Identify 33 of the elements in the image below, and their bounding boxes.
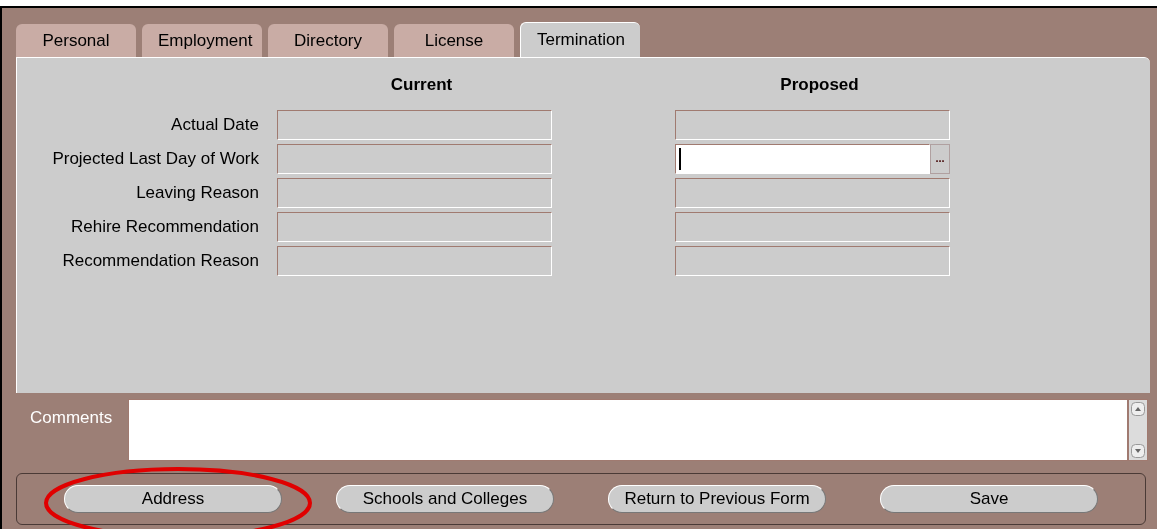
comments-field[interactable] xyxy=(128,399,1128,461)
field-label: Rehire Recommendation xyxy=(69,215,259,238)
action-button[interactable]: Address xyxy=(64,485,282,513)
proposed-field[interactable] xyxy=(675,211,950,242)
tab[interactable]: Employment xyxy=(142,24,262,57)
current-field[interactable] xyxy=(277,143,552,174)
field-label: Recommendation Reason xyxy=(61,249,259,272)
field-label: Projected Last Day of Work xyxy=(51,147,259,170)
text-cursor xyxy=(679,147,681,170)
scroll-down-icon[interactable] xyxy=(1131,444,1145,458)
scrollbar[interactable] xyxy=(1128,399,1148,461)
tab[interactable]: Termination xyxy=(520,22,640,57)
field-label: Actual Date xyxy=(170,113,259,136)
proposed-field[interactable] xyxy=(675,109,950,140)
scroll-up-icon[interactable] xyxy=(1131,402,1145,416)
date-field[interactable] xyxy=(675,143,930,174)
action-button[interactable]: Return to Previous Form xyxy=(608,485,826,513)
action-button[interactable]: Schools and Colleges xyxy=(336,485,554,513)
proposed-field[interactable] xyxy=(675,177,950,208)
column-header: Current xyxy=(389,74,454,96)
current-field[interactable] xyxy=(277,177,552,208)
tab[interactable]: Directory xyxy=(268,24,388,57)
current-field[interactable] xyxy=(277,211,552,242)
comments-label: Comments xyxy=(29,407,114,429)
column-header: Proposed xyxy=(779,74,860,96)
current-field[interactable] xyxy=(277,109,552,140)
current-field[interactable] xyxy=(277,245,552,276)
field-label: Leaving Reason xyxy=(135,181,259,204)
proposed-field[interactable] xyxy=(675,245,950,276)
tab[interactable]: Personal xyxy=(16,24,136,57)
list-button[interactable]: ... xyxy=(930,143,950,174)
action-button[interactable]: Save xyxy=(880,485,1098,513)
tab[interactable]: License xyxy=(394,24,514,57)
